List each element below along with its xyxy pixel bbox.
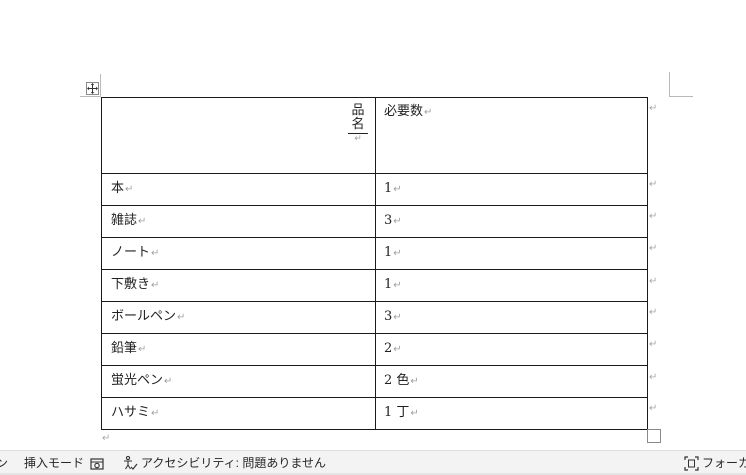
cell-quantity[interactable]: 1↵ [375,269,648,302]
vertical-text-item-name: 品 名 ↵ [347,104,369,144]
row-end-mark-icon: ↵ [649,372,658,383]
header-cell-item-name[interactable]: 品 名 ↵ [101,97,376,174]
item-quantity: 3 [384,213,393,228]
item-name: 下敷き [111,277,151,292]
header-char-2: 名 [351,117,365,132]
focus-mode-label: フォーカス [702,456,746,470]
table-row: ボールペン↵ 3↵ [101,301,648,334]
accessibility-icon [124,455,138,470]
cell-quantity[interactable]: 1 丁↵ [375,397,648,430]
table-row: 雑誌↵ 3↵ [101,205,648,238]
page-corner-mark-top-left-vertical [100,74,101,97]
page-corner-mark-top-left [80,96,100,97]
header-cell-quantity[interactable]: 必要数↵ [375,97,648,174]
row-end-mark-icon: ↵ [649,403,658,414]
row-end-mark-icon: ↵ [649,179,658,190]
item-name: 雑誌 [111,213,138,228]
accessibility-status-label: アクセシビリティ: 問題ありません [141,456,326,470]
row-end-mark-icon: ↵ [649,339,658,350]
paragraph-mark-icon: ↵ [393,216,402,227]
page-corner-mark-top-right-vertical [669,72,670,96]
cell-item[interactable]: 蛍光ペン↵ [101,365,376,398]
item-quantity: 1 丁 [384,405,410,420]
table-row: 鉛筆↵ 2↵ [101,333,648,366]
paragraph-mark-icon: ↵ [125,184,134,195]
table-row: 蛍光ペン↵ 2 色↵ [101,365,648,398]
item-name: 本 [111,181,125,196]
cell-quantity[interactable]: 1↵ [375,237,648,270]
cell-item[interactable]: 本↵ [101,173,376,206]
paragraph-mark-icon: ↵ [354,134,362,144]
table-row: 本↵ 1↵ [101,173,648,206]
table-row: ノート↵ 1↵ [101,237,648,270]
accessibility-status[interactable]: アクセシビリティ: 問題ありません [122,454,326,472]
row-end-mark-icon: ↵ [649,211,658,222]
cell-quantity[interactable]: 2↵ [375,333,648,366]
item-quantity: 1 [384,245,393,260]
item-quantity: 2 色 [384,373,410,388]
cell-item[interactable]: 鉛筆↵ [101,333,376,366]
cell-quantity[interactable]: 3↵ [375,205,648,238]
insert-mode-indicator[interactable]: 挿入モード [24,454,84,472]
item-name: ボールペン [111,309,177,324]
cell-item[interactable]: 雑誌↵ [101,205,376,238]
item-name: ハサミ [111,405,151,420]
item-quantity: 1 [384,181,393,196]
paragraph-mark-icon: ↵ [151,408,160,419]
row-end-mark-icon: ↵ [649,307,658,318]
row-end-mark-icon: ↵ [649,276,658,287]
cell-item[interactable]: 下敷き↵ [101,269,376,302]
row-end-mark-icon: ↵ [649,103,658,114]
status-bar-truncated-item[interactable]: ン [0,454,8,472]
paragraph-mark-icon: ↵ [151,280,160,291]
items-table[interactable]: 品 名 ↵ 必要数↵ 本↵ 1↵ 雑誌↵ 3↵ ノート↵ 1↵ 下敷き↵ 1↵ [101,97,648,430]
paragraph-mark-icon: ↵ [138,344,147,355]
paragraph-mark-icon: ↵ [393,344,402,355]
paragraph-mark-icon: ↵ [393,184,402,195]
item-quantity: 2 [384,341,393,356]
paragraph-mark-icon: ↵ [102,433,111,444]
paragraph-mark-icon: ↵ [393,280,402,291]
table-row: 下敷き↵ 1↵ [101,269,648,302]
page-corner-mark-top-right [669,96,693,97]
cell-item[interactable]: ハサミ↵ [101,397,376,430]
focus-mode-button[interactable]: フォーカス [684,454,746,472]
item-quantity: 1 [384,277,393,292]
paragraph-mark-icon: ↵ [393,312,402,323]
item-name: 鉛筆 [111,341,138,356]
paragraph-mark-icon: ↵ [177,312,186,323]
paragraph-mark-icon: ↵ [151,248,160,259]
table-row: ハサミ↵ 1 丁↵ [101,397,648,430]
paragraph-mark-icon: ↵ [424,107,433,118]
item-quantity: 3 [384,309,393,324]
status-bar: ン 挿入モード アクセシビリティ: 問題ありません フォーカス [0,450,746,475]
table-resize-handle[interactable] [647,429,661,443]
cell-quantity[interactable]: 1↵ [375,173,648,206]
cell-quantity[interactable]: 3↵ [375,301,648,334]
paragraph-mark-icon: ↵ [393,248,402,259]
paragraph-mark-icon: ↵ [164,376,173,387]
header-char-1: 品 [351,103,365,118]
table-move-handle-icon[interactable] [86,82,99,95]
macro-record-icon[interactable] [90,455,104,473]
cell-item[interactable]: ノート↵ [101,237,376,270]
item-name: 蛍光ペン [111,373,164,388]
document-area[interactable]: 品 名 ↵ 必要数↵ 本↵ 1↵ 雑誌↵ 3↵ ノート↵ 1↵ 下敷き↵ 1↵ [0,0,746,450]
row-end-mark-icon: ↵ [649,243,658,254]
focus-icon [684,455,699,471]
header-label-quantity: 必要数 [384,104,424,119]
paragraph-mark-icon: ↵ [410,408,419,419]
cell-item[interactable]: ボールペン↵ [101,301,376,334]
paragraph-mark-icon: ↵ [138,216,147,227]
table-header-row: 品 名 ↵ 必要数↵ [101,97,648,174]
cell-quantity[interactable]: 2 色↵ [375,365,648,398]
paragraph-mark-icon: ↵ [410,376,419,387]
item-name: ノート [111,245,151,260]
